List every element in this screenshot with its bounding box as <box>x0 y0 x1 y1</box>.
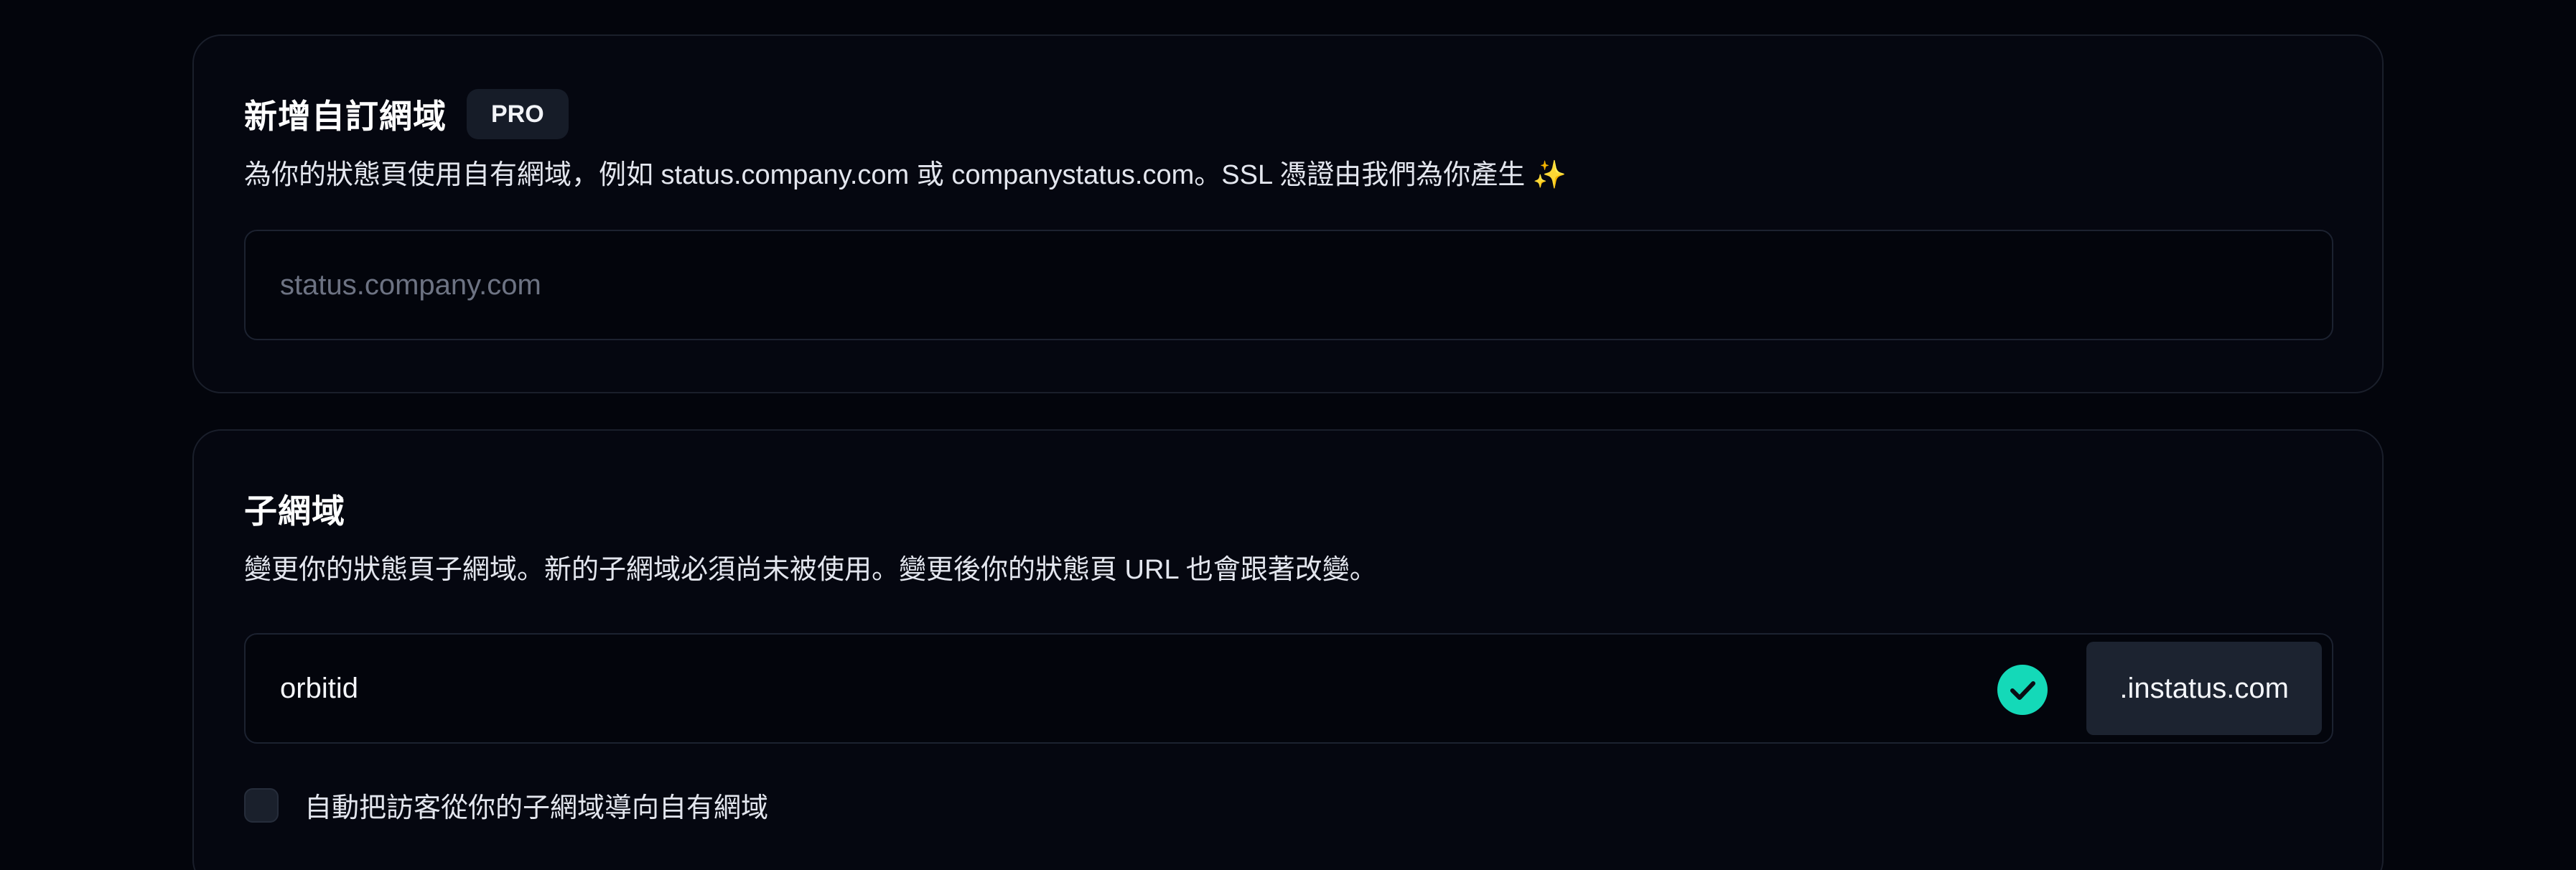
sparkle-icon: ✨ <box>1532 160 1567 190</box>
custom-domain-card: 新增自訂網域 PRO 為你的狀態頁使用自有網域，例如 status.compan… <box>192 34 2384 393</box>
redirect-option[interactable]: 自動把訪客從你的子網域導向自有網域 <box>244 785 768 825</box>
custom-domain-description-text: 為你的狀態頁使用自有網域，例如 status.company.com 或 com… <box>244 160 1526 190</box>
redirect-checkbox-label[interactable]: 自動把訪客從你的子網域導向自有網域 <box>304 785 768 825</box>
custom-domain-header: 新增自訂網域 PRO <box>244 89 569 139</box>
subdomain-title: 子網域 <box>244 492 345 530</box>
custom-domain-input[interactable]: status.company.com <box>244 230 2333 340</box>
pro-badge: PRO <box>467 89 569 139</box>
custom-domain-description: 為你的狀態頁使用自有網域，例如 status.company.com 或 com… <box>244 152 1567 192</box>
redirect-checkbox[interactable] <box>244 787 279 823</box>
custom-domain-title: 新增自訂網域 <box>244 98 447 135</box>
subdomain-input[interactable]: orbitid .instatus.com <box>244 633 2333 744</box>
subdomain-input-value[interactable]: orbitid <box>280 635 358 742</box>
check-circle-icon <box>1997 665 2048 715</box>
subdomain-description: 變更你的狀態頁子網域。新的子網域必須尚未被使用。變更後你的狀態頁 URL 也會跟… <box>244 555 1377 585</box>
subdomain-card: 子網域 變更你的狀態頁子網域。新的子網域必須尚未被使用。變更後你的狀態頁 URL… <box>192 429 2384 870</box>
subdomain-suffix: .instatus.com <box>2086 642 2322 735</box>
custom-domain-input-placeholder: status.company.com <box>280 269 541 301</box>
subdomain-header: 子網域 <box>244 485 345 533</box>
settings-page: 新增自訂網域 PRO 為你的狀態頁使用自有網域，例如 status.compan… <box>0 0 2576 870</box>
